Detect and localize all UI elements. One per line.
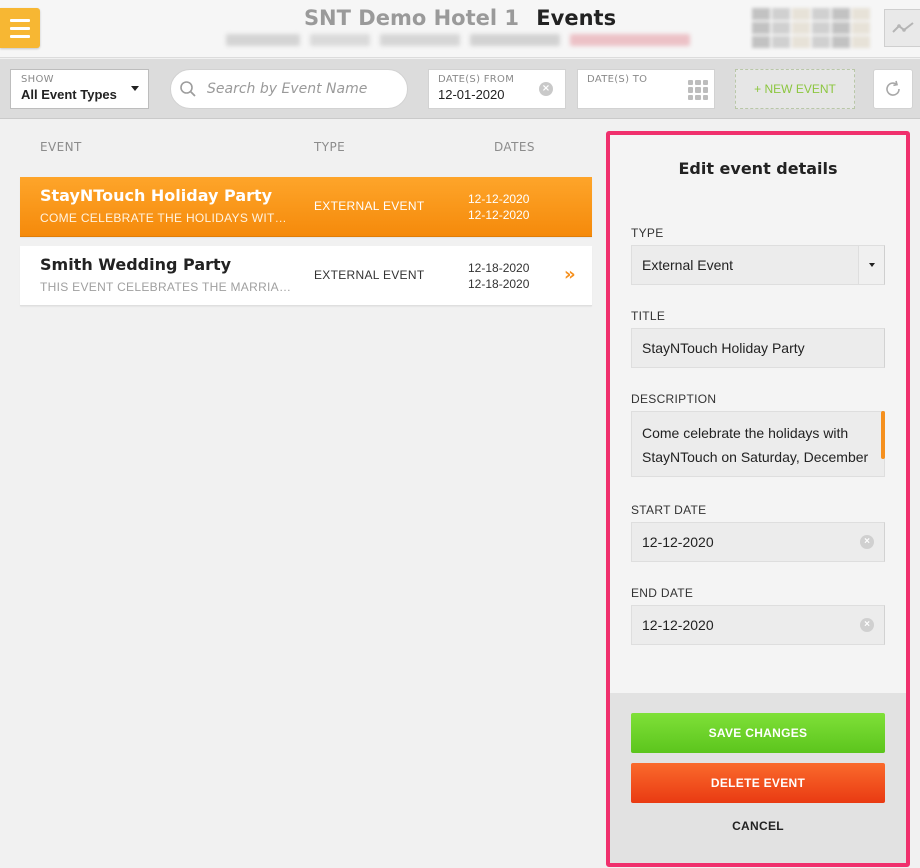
- column-header-event: EVENT: [40, 140, 82, 154]
- description-textarea[interactable]: Come celebrate the holidays with StayNTo…: [631, 411, 885, 477]
- line-graph-icon: [891, 22, 914, 33]
- title-input[interactable]: StayNTouch Holiday Party: [631, 328, 885, 368]
- panel-footer: SAVE CHANGES DELETE EVENT CANCEL: [610, 693, 906, 863]
- panel-title: Edit event details: [678, 159, 838, 178]
- event-end-date: 12-18-2020: [468, 277, 530, 291]
- caret-down-icon: [131, 86, 139, 91]
- event-name: StayNTouch Holiday Party: [40, 186, 273, 205]
- hotel-name: SNT Demo Hotel 1: [303, 6, 519, 30]
- event-type: EXTERNAL EVENT: [314, 268, 425, 282]
- type-select[interactable]: External Event: [631, 245, 885, 285]
- type-label: TYPE: [631, 226, 664, 240]
- show-label: SHOW: [21, 74, 54, 85]
- caret-down-icon: [858, 246, 884, 284]
- event-dates: 12-18-2020 12-18-2020: [468, 260, 529, 292]
- start-date-label: START DATE: [631, 503, 707, 517]
- save-changes-button[interactable]: SAVE CHANGES: [631, 713, 885, 753]
- end-date-field[interactable]: 12-12-2020 ×: [631, 605, 885, 645]
- column-header-type: TYPE: [314, 140, 346, 154]
- clear-icon[interactable]: ×: [860, 535, 874, 549]
- clear-date-icon[interactable]: ×: [539, 82, 553, 96]
- chevron-right-icon[interactable]: »: [564, 264, 576, 285]
- description-label: DESCRIPTION: [631, 392, 717, 406]
- show-value: All Event Types: [21, 87, 117, 102]
- event-description: THIS EVENT CELEBRATES THE MARRIAGE ...: [40, 280, 292, 294]
- column-header-dates: DATES: [494, 140, 535, 154]
- top-header: SNT Demo Hotel 1 Events: [0, 0, 920, 58]
- event-description: COME CELEBRATE THE HOLIDAYS WITH S...: [40, 211, 292, 225]
- search-icon: [180, 81, 196, 97]
- end-date-label: END DATE: [631, 586, 694, 600]
- date-to-field[interactable]: DATE(S) TO: [577, 69, 715, 109]
- refresh-icon: [886, 80, 900, 96]
- search-box[interactable]: [170, 69, 408, 109]
- start-date-field[interactable]: 12-12-2020 ×: [631, 522, 885, 562]
- event-start-date: 12-12-2020: [468, 192, 530, 206]
- calendar-icon[interactable]: [688, 80, 708, 100]
- title-label: TITLE: [631, 309, 666, 323]
- event-end-date: 12-12-2020: [468, 208, 530, 222]
- start-date-value: 12-12-2020: [642, 534, 714, 550]
- type-value: External Event: [642, 257, 734, 273]
- event-start-date: 12-18-2020: [468, 261, 530, 275]
- clear-icon[interactable]: ×: [860, 618, 874, 632]
- description-scrollbar[interactable]: [881, 411, 885, 459]
- page-name: Events: [536, 6, 617, 30]
- event-row[interactable]: Smith Wedding Party THIS EVENT CELEBRATE…: [20, 246, 592, 306]
- event-type-filter[interactable]: SHOW All Event Types: [10, 69, 149, 109]
- new-event-button[interactable]: + NEW EVENT: [735, 69, 855, 109]
- event-dates: 12-12-2020 12-12-2020: [468, 191, 529, 223]
- end-date-value: 12-12-2020: [642, 617, 714, 633]
- redacted-subtitle: [226, 34, 696, 48]
- event-type: EXTERNAL EVENT: [314, 199, 425, 213]
- date-from-label: DATE(S) FROM: [438, 74, 515, 85]
- delete-event-button[interactable]: DELETE EVENT: [631, 763, 885, 803]
- refresh-button[interactable]: [873, 69, 913, 109]
- cancel-button[interactable]: CANCEL: [631, 819, 885, 845]
- activity-graph-button[interactable]: [884, 9, 920, 47]
- user-avatar[interactable]: [752, 8, 870, 48]
- event-row[interactable]: StayNTouch Holiday Party COME CELEBRATE …: [20, 177, 592, 237]
- filter-bar: SHOW All Event Types DATE(S) FROM 12-01-…: [0, 59, 920, 119]
- search-input[interactable]: [207, 81, 397, 97]
- edit-event-panel: Edit event details TYPE External Event T…: [606, 131, 910, 867]
- date-from-field[interactable]: DATE(S) FROM 12-01-2020 ×: [428, 69, 566, 109]
- event-name: Smith Wedding Party: [40, 255, 232, 274]
